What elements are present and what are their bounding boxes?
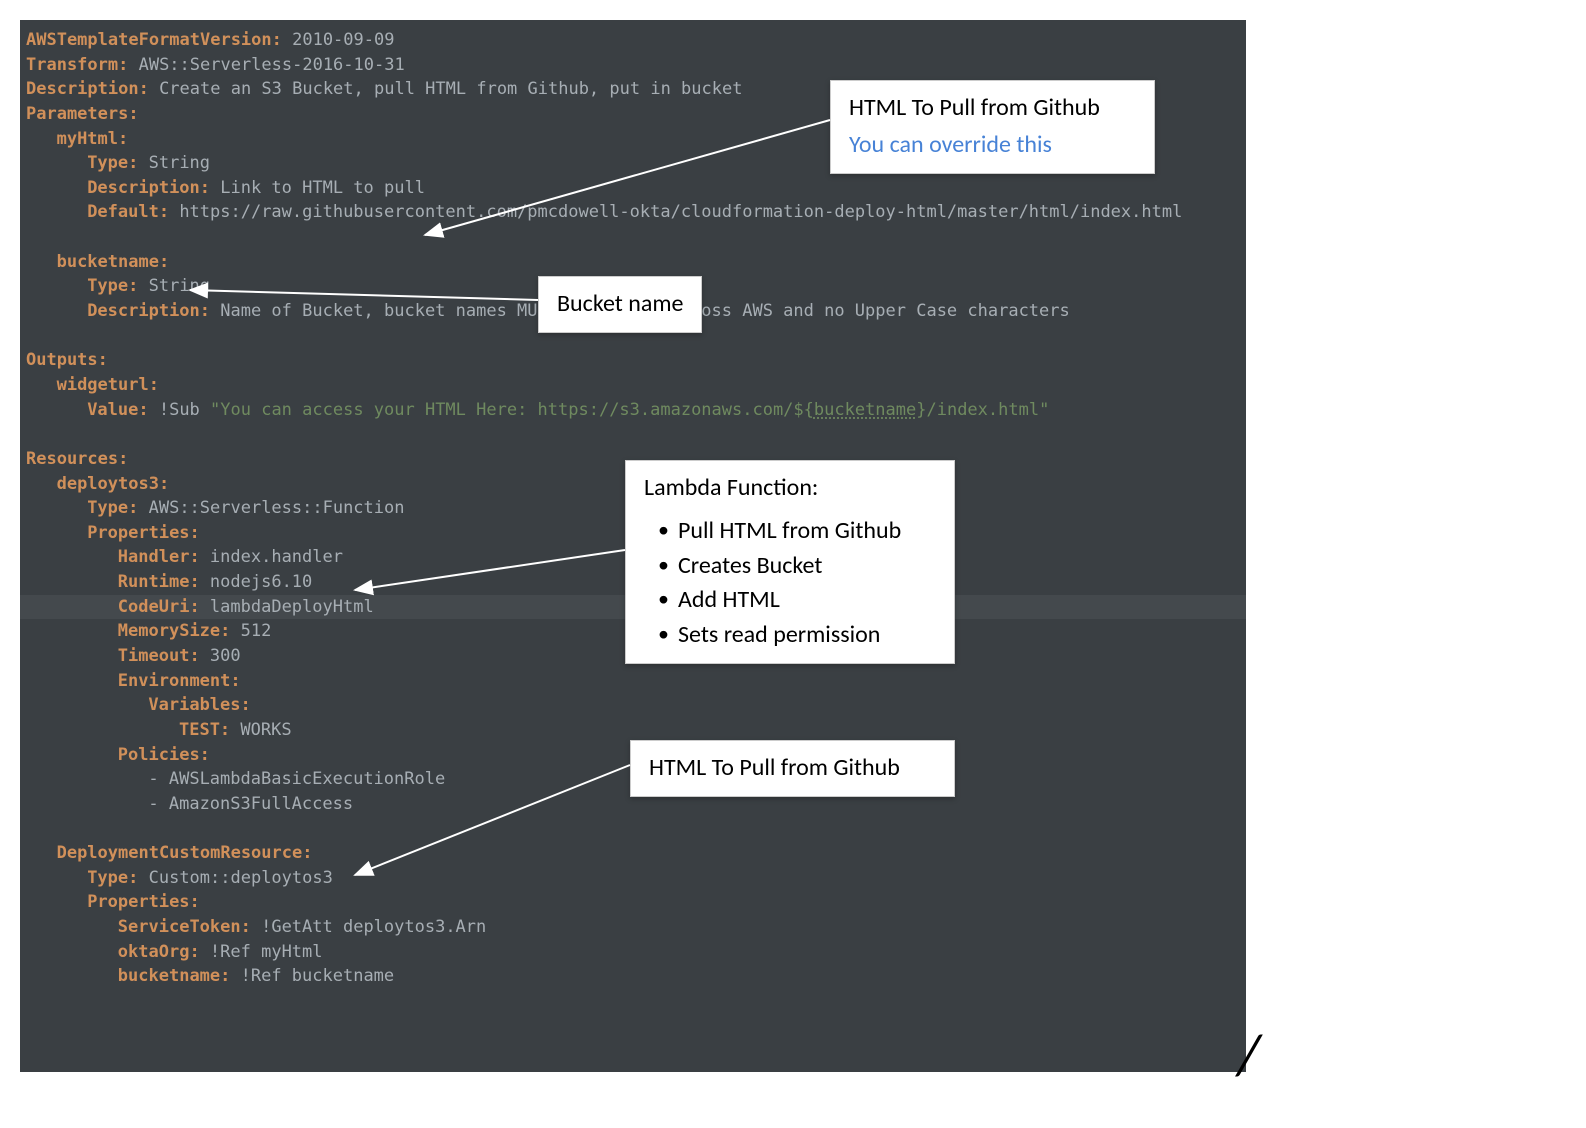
callout-title: Bucket name: [557, 287, 683, 322]
yaml-key: Properties:: [87, 523, 200, 543]
yaml-key: oktaOrg:: [118, 942, 200, 962]
yaml-key: myHtml:: [57, 129, 129, 149]
callout-title: HTML To Pull from Github: [649, 751, 936, 786]
yaml-key: Description:: [87, 301, 210, 321]
yaml-key: Handler:: [118, 547, 200, 567]
yaml-value: nodejs6.10: [200, 572, 313, 592]
yaml-value: https://raw.githubusercontent.com/pmcdow…: [169, 202, 1182, 222]
yaml-value: AWS::Serverless-2016-10-31: [128, 55, 404, 75]
callout-title: HTML To Pull from Github: [849, 91, 1136, 126]
yaml-key: Parameters:: [26, 104, 139, 124]
yaml-key: Environment:: [118, 671, 241, 691]
callout-subtitle: You can override this: [849, 128, 1136, 163]
yaml-key: Type:: [87, 153, 138, 173]
yaml-key: widgeturl:: [57, 375, 159, 395]
yaml-key: Runtime:: [118, 572, 200, 592]
yaml-key: Transform:: [26, 55, 128, 75]
yaml-value: Create an S3 Bucket, pull HTML from Gith…: [149, 79, 743, 99]
yaml-key: CodeUri:: [118, 597, 200, 617]
yaml-key: Description:: [26, 79, 149, 99]
callout-html-github: HTML To Pull from Github You can overrid…: [830, 80, 1155, 174]
yaml-value: AWS::Serverless::Function: [138, 498, 404, 518]
yaml-value: index.handler: [200, 547, 343, 567]
callout-lambda-function: Lambda Function: Pull HTML from Github C…: [625, 460, 955, 664]
yaml-key: Type:: [87, 498, 138, 518]
yaml-key: Resources:: [26, 449, 128, 469]
yaml-value: 2010-09-09: [282, 30, 395, 50]
yaml-key: Description:: [87, 178, 210, 198]
yaml-key: MemorySize:: [118, 621, 231, 641]
slash-char: /: [1238, 1019, 1261, 1090]
yaml-value: !Sub: [149, 400, 210, 420]
code-editor-panel: AWSTemplateFormatVersion: 2010-09-09 Tra…: [20, 20, 1246, 1072]
yaml-key: Timeout:: [118, 646, 200, 666]
yaml-key: TEST:: [179, 720, 230, 740]
yaml-value: WORKS: [230, 720, 291, 740]
yaml-value: !Ref myHtml: [200, 942, 323, 962]
callout-bullet: Add HTML: [658, 583, 936, 618]
yaml-string: }/index.html": [916, 400, 1049, 420]
yaml-value: !Ref bucketname: [230, 966, 394, 986]
yaml-value: - AWSLambdaBasicExecutionRole: [148, 769, 445, 789]
yaml-key: Properties:: [87, 892, 200, 912]
yaml-key: Outputs:: [26, 350, 108, 370]
yaml-key: AWSTemplateFormatVersion:: [26, 30, 282, 50]
callout-bucket-name: Bucket name: [538, 276, 702, 333]
callout-bullet: Creates Bucket: [658, 549, 936, 584]
callout-bullet: Sets read permission: [658, 618, 936, 653]
yaml-key: Type:: [87, 276, 138, 296]
yaml-value: 300: [200, 646, 241, 666]
yaml-value: !GetAtt deploytos3.Arn: [251, 917, 486, 937]
yaml-value: Link to HTML to pull: [210, 178, 425, 198]
callout-title: Lambda Function:: [644, 471, 936, 506]
yaml-value: Custom::deploytos3: [138, 868, 332, 888]
yaml-key: bucketname:: [118, 966, 231, 986]
yaml-key: Default:: [87, 202, 169, 222]
yaml-value: String: [138, 153, 210, 173]
yaml-key: Type:: [87, 868, 138, 888]
yaml-string: bucketname: [814, 400, 916, 420]
yaml-value: String: [138, 276, 210, 296]
callout-bullet: Pull HTML from Github: [658, 514, 936, 549]
yaml-key: deploytos3:: [57, 474, 170, 494]
yaml-key: ServiceToken:: [118, 917, 251, 937]
yaml-key: DeploymentCustomResource:: [57, 843, 313, 863]
yaml-key: Variables:: [148, 695, 250, 715]
yaml-key: Policies:: [118, 745, 210, 765]
yaml-value: lambdaDeployHtml: [200, 597, 374, 617]
yaml-string: "You can access your HTML Here: https://…: [210, 400, 814, 420]
yaml-key: Value:: [87, 400, 148, 420]
yaml-value: 512: [230, 621, 271, 641]
callout-html-github-2: HTML To Pull from Github: [630, 740, 955, 797]
yaml-key: bucketname:: [57, 252, 170, 272]
yaml-value: - AmazonS3FullAccess: [148, 794, 353, 814]
